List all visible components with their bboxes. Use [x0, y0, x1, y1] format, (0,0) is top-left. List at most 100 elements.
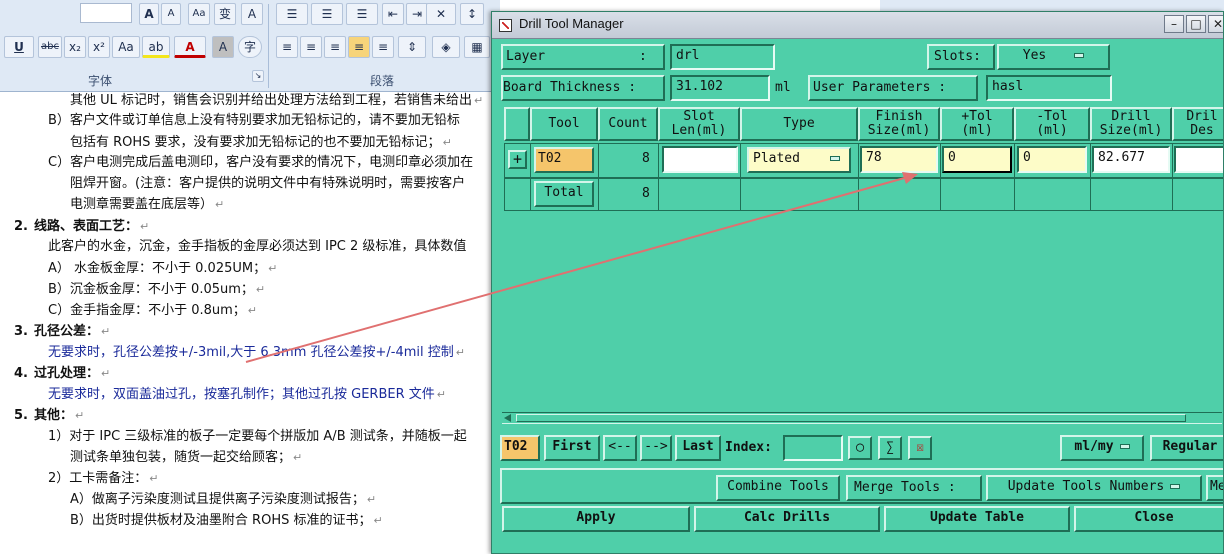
regular-menu[interactable]: Regular: [1150, 435, 1223, 461]
enclose-char-button[interactable]: 字: [238, 36, 262, 58]
sort-icon[interactable]: ∑: [878, 436, 902, 460]
update-table-button[interactable]: Update Table: [884, 506, 1070, 532]
header-slot-len: Slot Len(ml): [658, 107, 740, 141]
font-group-label: 字体: [88, 74, 113, 88]
update-tools-numbers-menu[interactable]: Update Tools Numbers: [986, 475, 1202, 501]
drill-desc-field[interactable]: [1174, 146, 1223, 173]
delete-icon[interactable]: ☒: [908, 436, 932, 460]
option-menu-indicator: [1170, 484, 1181, 489]
decrease-indent-button[interactable]: ⇤: [382, 3, 404, 25]
multilevel-button[interactable]: ☰: [346, 3, 378, 25]
table-divider: [530, 143, 531, 211]
layer-field[interactable]: drl: [670, 44, 775, 70]
header-minus-tol: -Tol (ml): [1014, 107, 1090, 141]
scrollbar-thumb[interactable]: [516, 414, 1186, 422]
option-menu-indicator: [1119, 444, 1130, 449]
doc-heading: 4. 过孔处理： ↵: [14, 366, 111, 381]
type-menu[interactable]: Plated: [747, 147, 851, 173]
table-divider: [940, 143, 941, 211]
highlight-button[interactable]: ab: [142, 36, 170, 58]
minimize-button[interactable]: –: [1164, 15, 1184, 33]
document-page[interactable]: 其他 UL 标记时，销售会识别并给出处理方法给到工程，若销售未给出 ↵ B）客户文…: [0, 92, 500, 554]
scroll-left-arrow-icon[interactable]: [504, 414, 511, 422]
slots-label: Slots:: [934, 49, 981, 64]
total-button[interactable]: Total: [534, 181, 594, 207]
sort-button[interactable]: ↕: [460, 3, 484, 25]
header-count: Count: [598, 107, 658, 141]
more-menu[interactable]: Me: [1206, 475, 1223, 501]
superscript-button[interactable]: x²: [88, 36, 110, 58]
shrink-font-button[interactable]: A: [161, 3, 181, 25]
last-button[interactable]: Last: [675, 435, 721, 461]
board-thickness-field[interactable]: 31.102: [670, 75, 770, 101]
drill-size-field[interactable]: 82.677: [1092, 146, 1170, 173]
line-spacing-button[interactable]: ⇕: [398, 36, 426, 58]
option-menu-indicator: [829, 156, 840, 161]
close-button[interactable]: Close: [1074, 506, 1223, 532]
font-size-combo[interactable]: [80, 3, 132, 23]
grow-font-button[interactable]: A: [139, 3, 159, 25]
strikethrough-button[interactable]: abc: [38, 36, 62, 58]
units-value: ml/my: [1074, 439, 1114, 454]
char-shading-button[interactable]: A: [212, 36, 234, 58]
units-menu[interactable]: ml/my: [1060, 435, 1144, 461]
bullets-button[interactable]: ☰: [276, 3, 308, 25]
doc-line: 包括有 ROHS 要求，没有要求加无铅标记的也不要加无铅标记； ↵: [70, 135, 452, 150]
plus-tol-field[interactable]: 0: [942, 146, 1012, 173]
doc-line: 其他 UL 标记时，销售会识别并给出处理方法给到工程，若销售未给出 ↵: [70, 93, 484, 108]
table-divider: [1090, 143, 1091, 211]
board-thickness-label-box: Board Thickness :: [501, 75, 665, 101]
apply-button[interactable]: Apply: [502, 506, 690, 532]
prev-button[interactable]: <--: [603, 435, 637, 461]
type-value: Plated: [753, 151, 800, 166]
app-icon: [499, 19, 512, 32]
doc-line: C）金手指金厚：不小于 0.8um； ↵: [48, 303, 258, 318]
search-icon[interactable]: ◯: [848, 436, 872, 460]
font-color-button[interactable]: A: [174, 36, 206, 58]
current-tool-indicator: T02: [500, 435, 540, 461]
minus-tol-field[interactable]: 0: [1017, 146, 1087, 173]
horizontal-scrollbar[interactable]: [502, 412, 1222, 424]
merge-tools-label-box: Merge Tools :: [846, 475, 982, 501]
underline-button[interactable]: U: [4, 36, 34, 58]
slot-len-field[interactable]: [662, 146, 738, 173]
index-field[interactable]: [783, 435, 843, 461]
first-button[interactable]: First: [544, 435, 600, 461]
borders-button[interactable]: ▦: [464, 36, 490, 58]
align-center-button[interactable]: ≡: [300, 36, 322, 58]
phonetic-button[interactable]: 变: [214, 3, 236, 25]
char-border-button[interactable]: A: [241, 3, 263, 25]
expand-row-button[interactable]: +: [508, 150, 527, 169]
doc-line: A）做离子污染度测试且提供离子污染度测试报告； ↵: [70, 492, 377, 507]
shading-button[interactable]: ◈: [432, 36, 460, 58]
next-button[interactable]: -->: [640, 435, 672, 461]
distribute-button[interactable]: ≡: [372, 36, 394, 58]
user-params-field[interactable]: hasl: [986, 75, 1112, 101]
doc-line: B）沉金板金厚：不小于 0.05um； ↵: [48, 282, 266, 297]
board-thickness-label: Board Thickness :: [503, 80, 637, 95]
tool-cell-t02[interactable]: T02: [534, 147, 594, 173]
close-window-button[interactable]: ✕: [1208, 15, 1223, 33]
font-dialog-launcher[interactable]: ↘: [252, 70, 264, 82]
title-bar[interactable]: Drill Tool Manager – □ ✕: [492, 12, 1223, 39]
window-title: Drill Tool Manager: [519, 16, 624, 31]
doc-line: 无要求时，双面盖油过孔，按塞孔制作；其他过孔按 GERBER 文件 ↵: [48, 387, 446, 402]
slots-menu[interactable]: Yes: [997, 44, 1110, 70]
user-params-label: User Parameters :: [813, 80, 947, 95]
increase-indent-button[interactable]: ⇥: [406, 3, 428, 25]
doc-line: C）客户电测完成后盖电测印，客户没有要求的情况下，电测印章必须加在: [48, 155, 474, 170]
change-case2-button[interactable]: Aa: [112, 36, 140, 58]
subscript-button[interactable]: x₂: [64, 36, 86, 58]
calc-drills-button[interactable]: Calc Drills: [694, 506, 880, 532]
combine-tools-button[interactable]: Combine Tools: [716, 475, 840, 501]
align-right-button[interactable]: ≡: [324, 36, 346, 58]
align-left-button[interactable]: ≡: [276, 36, 298, 58]
numbering-button[interactable]: ☰: [311, 3, 343, 25]
chinese-layout-button[interactable]: ✕: [426, 3, 456, 25]
finish-size-field[interactable]: 78: [860, 146, 938, 173]
layer-label-box: Layer :: [501, 44, 665, 70]
change-case-button[interactable]: Aa: [188, 3, 210, 25]
maximize-button[interactable]: □: [1186, 15, 1206, 33]
paragraph-group-label: 段落: [370, 74, 395, 88]
justify-button[interactable]: ≡: [348, 36, 370, 58]
